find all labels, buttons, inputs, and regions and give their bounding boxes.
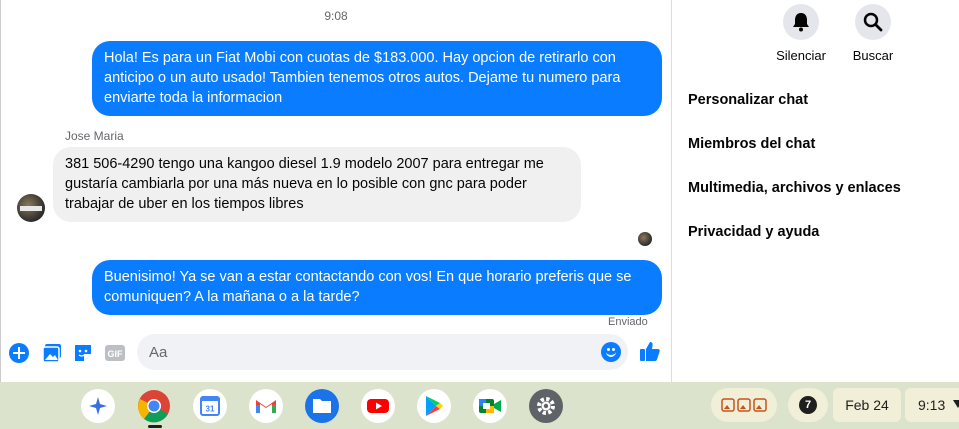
sender-name: Jose Maria bbox=[65, 129, 124, 143]
holding-space-tray[interactable] bbox=[711, 388, 777, 422]
plus-icon[interactable] bbox=[8, 342, 30, 364]
gmail-icon[interactable] bbox=[249, 389, 283, 423]
calendar-icon[interactable]: 31 bbox=[193, 389, 227, 423]
notification-count: 7 bbox=[799, 396, 817, 414]
mute-action[interactable]: Silenciar bbox=[766, 4, 836, 63]
delivery-status: Enviado bbox=[608, 316, 648, 328]
clock: 9:13 bbox=[918, 397, 946, 413]
youtube-icon[interactable] bbox=[361, 389, 395, 423]
message-timestamp: 9:08 bbox=[324, 9, 348, 23]
mute-label: Silenciar bbox=[776, 48, 826, 63]
photo-icon[interactable] bbox=[41, 342, 63, 364]
date-label: Feb 24 bbox=[845, 397, 889, 413]
avatar[interactable] bbox=[17, 194, 45, 222]
incoming-message[interactable]: 381 506-4290 tengo una kangoo diesel 1.9… bbox=[53, 147, 581, 222]
active-app-indicator bbox=[148, 425, 162, 428]
outgoing-message[interactable]: Hola! Es para un Fiat Mobi con cuotas de… bbox=[92, 41, 662, 116]
files-icon[interactable] bbox=[305, 389, 339, 423]
taskbar-shelf: 31 7 Feb 24 9:13 bbox=[0, 382, 959, 429]
menu-chat-members[interactable]: Miembros del chat bbox=[688, 136, 815, 152]
gif-icon[interactable]: GIF bbox=[104, 342, 126, 364]
bell-icon[interactable] bbox=[783, 4, 819, 40]
outgoing-message[interactable]: Buenisimo! Ya se van a estar contactando… bbox=[92, 260, 662, 315]
settings-icon[interactable] bbox=[529, 389, 563, 423]
emoji-icon[interactable] bbox=[601, 342, 621, 362]
launcher-icon[interactable] bbox=[81, 389, 115, 423]
menu-customize-chat[interactable]: Personalizar chat bbox=[688, 92, 808, 108]
search-icon[interactable] bbox=[855, 4, 891, 40]
chat-info-panel: Silenciar Buscar Personalizar chat Miemb… bbox=[672, 0, 959, 382]
calendar-day: 31 bbox=[206, 405, 215, 414]
svg-text:GIF: GIF bbox=[108, 349, 124, 359]
date-tray[interactable]: Feb 24 bbox=[833, 388, 901, 422]
notification-tray[interactable]: 7 bbox=[788, 388, 828, 422]
meet-icon[interactable] bbox=[473, 389, 507, 423]
status-tray[interactable]: 9:13 bbox=[905, 388, 959, 422]
chat-pane: 9:08 Hola! Es para un Fiat Mobi con cuot… bbox=[0, 0, 672, 382]
play-store-icon[interactable] bbox=[417, 389, 451, 423]
sticker-icon[interactable] bbox=[72, 342, 94, 364]
search-action[interactable]: Buscar bbox=[838, 4, 908, 63]
message-composer: GIF bbox=[1, 330, 671, 374]
thumbs-up-icon[interactable] bbox=[639, 340, 661, 362]
seen-indicator-avatar bbox=[638, 232, 652, 246]
message-input[interactable] bbox=[149, 342, 589, 362]
screen: 9:08 Hola! Es para un Fiat Mobi con cuot… bbox=[0, 0, 959, 429]
chrome-icon[interactable] bbox=[137, 389, 171, 423]
search-label: Buscar bbox=[852, 48, 894, 63]
menu-media-files-links[interactable]: Multimedia, archivos y enlaces bbox=[688, 180, 901, 196]
wifi-icon bbox=[953, 400, 959, 408]
message-input-container[interactable] bbox=[137, 334, 628, 370]
menu-privacy-help[interactable]: Privacidad y ayuda bbox=[688, 224, 819, 240]
